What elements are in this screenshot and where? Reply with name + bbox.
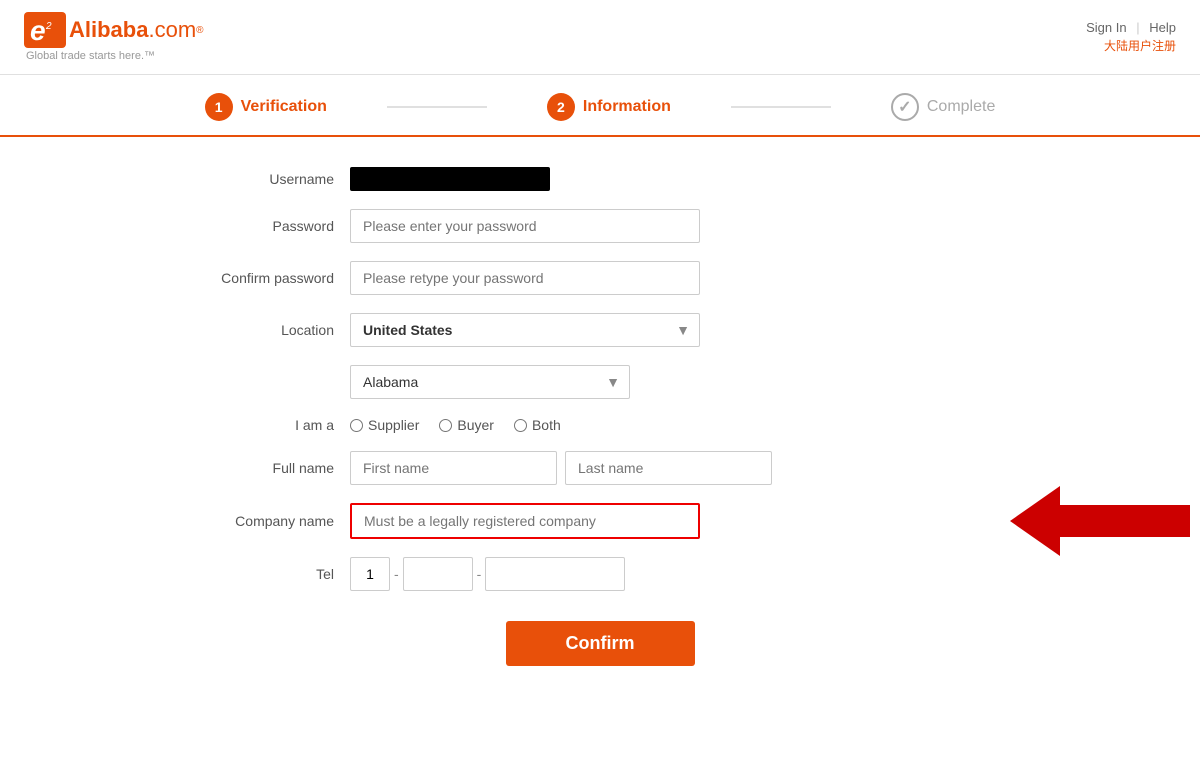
last-name-input[interactable] [565, 451, 772, 485]
logo-area: e 2 Alibaba .com ® Global trade starts h… [24, 12, 204, 62]
svg-text:2: 2 [45, 21, 52, 32]
red-arrow-annotation [1010, 486, 1190, 556]
confirm-button[interactable]: Confirm [506, 621, 695, 666]
state-row: Alabama ▼ [190, 365, 1010, 399]
supplier-label: Supplier [368, 417, 419, 433]
location-row: Location United States ▼ [190, 313, 1010, 347]
supplier-radio[interactable] [350, 419, 363, 432]
fullname-label: Full name [190, 460, 350, 476]
logo-domain: .com [148, 17, 196, 43]
step-separator-2 [731, 106, 831, 108]
form-container: Username Password Confirm password Locat… [150, 167, 1050, 666]
tel-dash-1: - [394, 566, 399, 582]
buyer-radio[interactable] [439, 419, 452, 432]
both-label: Both [532, 417, 561, 433]
logo-main: e 2 Alibaba .com ® [24, 12, 204, 48]
step-information: 2 Information [487, 93, 731, 121]
step3-circle: ✓ [891, 93, 919, 121]
tel-country-code-input[interactable]: 1 [350, 557, 390, 591]
password-input[interactable] [350, 209, 700, 243]
both-option[interactable]: Both [514, 417, 561, 433]
step-verification: 1 Verification [145, 93, 387, 121]
tel-label: Tel [190, 566, 350, 582]
step2-label: Information [583, 98, 671, 116]
tel-number-input[interactable] [485, 557, 625, 591]
location-label: Location [190, 322, 350, 338]
sign-in-link[interactable]: Sign In [1086, 20, 1126, 35]
first-name-input[interactable] [350, 451, 557, 485]
password-label: Password [190, 218, 350, 234]
username-label: Username [190, 171, 350, 187]
role-radio-group: Supplier Buyer Both [350, 417, 561, 433]
help-link[interactable]: Help [1149, 20, 1176, 35]
location-select[interactable]: United States [350, 313, 700, 347]
svg-text:e: e [30, 15, 46, 46]
fullname-row: Full name [190, 451, 1010, 485]
supplier-option[interactable]: Supplier [350, 417, 419, 433]
confirm-password-row: Confirm password [190, 261, 1010, 295]
username-value-redacted [350, 167, 550, 191]
password-row: Password [190, 209, 1010, 243]
buyer-option[interactable]: Buyer [439, 417, 494, 433]
company-name-row: Company name [190, 503, 1010, 539]
i-am-a-row: I am a Supplier Buyer Both [190, 417, 1010, 433]
confirm-password-input[interactable] [350, 261, 700, 295]
buyer-label: Buyer [457, 417, 494, 433]
step1-circle: 1 [205, 93, 233, 121]
confirm-password-label: Confirm password [190, 270, 350, 286]
header: e 2 Alibaba .com ® Global trade starts h… [0, 0, 1200, 75]
tel-inputs: 1 - - [350, 557, 625, 591]
tel-dash-2: - [477, 566, 482, 582]
both-radio[interactable] [514, 419, 527, 432]
step2-circle: 2 [547, 93, 575, 121]
alibaba-logo-icon: e 2 [24, 12, 66, 48]
company-name-input[interactable] [352, 505, 698, 537]
logo-brand-text: Alibaba [69, 17, 148, 43]
location-select-wrapper: United States ▼ [350, 313, 700, 347]
step3-label: Complete [927, 98, 995, 116]
username-row: Username [190, 167, 1010, 191]
tel-area-input[interactable] [403, 557, 473, 591]
header-divider: | [1136, 20, 1139, 35]
state-select[interactable]: Alabama [350, 365, 630, 399]
fullname-inputs [350, 451, 700, 485]
logo-tagline: Global trade starts here.™ [26, 50, 204, 62]
state-select-wrapper: Alabama ▼ [350, 365, 630, 399]
step-separator-1 [387, 106, 487, 108]
chinese-register-link[interactable]: 大陆用户注册 [1086, 37, 1176, 54]
step1-label: Verification [241, 98, 327, 116]
tel-row: Tel 1 - - [190, 557, 1010, 591]
step-complete: ✓ Complete [831, 93, 1055, 121]
logo-tm: ® [196, 25, 203, 36]
confirm-row: Confirm [190, 621, 1010, 666]
header-links: Sign In | Help 大陆用户注册 [1086, 20, 1176, 54]
steps-bar: 1 Verification 2 Information ✓ Complete [0, 75, 1200, 137]
company-input-wrapper [350, 503, 700, 539]
i-am-a-label: I am a [190, 417, 350, 433]
company-name-label: Company name [190, 513, 350, 529]
